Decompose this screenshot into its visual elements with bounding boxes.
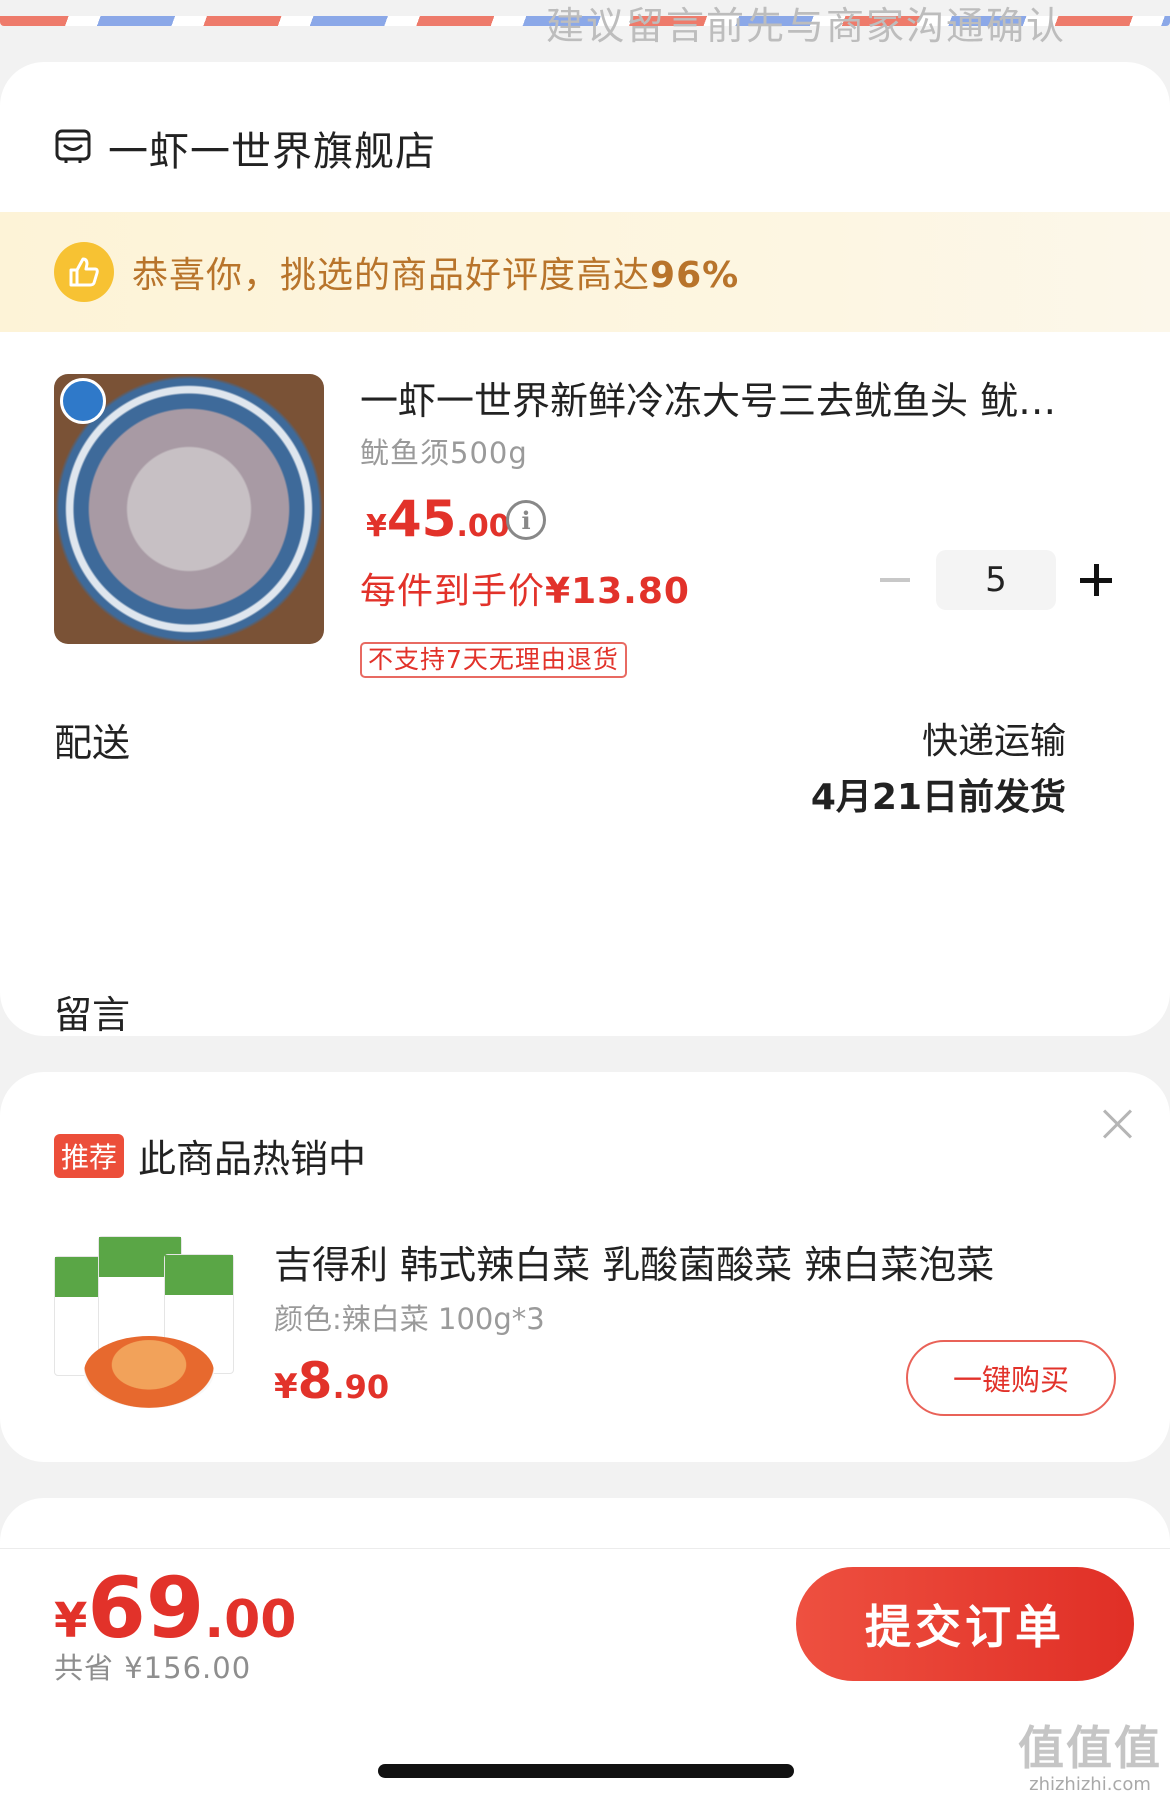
delivery-method[interactable]: 快递运输 [922, 712, 1066, 764]
recommend-card: 推荐 此商品热销中 吉得利 韩式辣白菜 乳酸菌酸菜 辣白菜泡菜 颜色:辣白菜 1… [0, 1072, 1170, 1462]
product-image[interactable] [54, 374, 324, 644]
total-int: 69 [87, 1559, 205, 1657]
info-icon[interactable]: i [506, 500, 546, 540]
order-card: 一虾一世界旗舰店 恭喜你，挑选的商品好评度高达96% 一虾一世界新鲜冷冻大号三去… [0, 0, 1170, 1037]
minus-icon [880, 578, 910, 582]
saved-amount: 共省 ¥156.00 [54, 1651, 252, 1685]
recommend-price: ¥ 8 .90 [274, 1352, 389, 1410]
total-price: ¥ 69 .00 [54, 1559, 296, 1657]
quantity-input[interactable] [936, 550, 1056, 610]
store-row[interactable]: 一虾一世界旗舰店 [54, 118, 436, 178]
brand-badge-icon [60, 378, 106, 424]
kimchi-dish-icon [84, 1336, 214, 1408]
recommend-price-dec: .90 [332, 1368, 390, 1406]
unit-price-value: ¥13.80 [545, 571, 690, 612]
recommend-price-int: 8 [297, 1352, 333, 1410]
recommend-price-symbol: ¥ [274, 1367, 298, 1407]
product-title[interactable]: 一虾一世界新鲜冷冻大号三去鱿鱼头 鱿鱼须 [360, 370, 1090, 425]
recommend-tag: 推荐 [54, 1133, 125, 1178]
total-dec: .00 [204, 1590, 297, 1650]
thumbs-up-icon [54, 242, 114, 302]
home-indicator-area: 值值值 zhizhizhi.com [0, 1698, 1170, 1799]
recommend-title: 此商品热销中 [138, 1137, 367, 1181]
memo-input[interactable] [500, 0, 1066, 54]
product-spec: 鱿鱼须500g [360, 436, 528, 470]
checkout-bar: ¥ 69 .00 共省 ¥156.00 提交订单 [0, 1548, 1170, 1698]
one-click-buy-button[interactable]: 一键购买 [906, 1340, 1116, 1416]
store-icon [54, 127, 92, 169]
praise-rate: 96% [650, 255, 740, 296]
memo-label: 留言 [54, 993, 131, 1037]
praise-text: 恭喜你，挑选的商品好评度高达96% [132, 255, 740, 296]
home-indicator[interactable] [378, 1764, 794, 1778]
price-symbol: ¥ [366, 509, 387, 544]
ship-date: 4月21日前发货 [810, 777, 1066, 818]
submit-order-button[interactable]: 提交订单 [796, 1567, 1134, 1681]
close-icon[interactable] [1102, 1108, 1134, 1140]
praise-banner: 恭喜你，挑选的商品好评度高达96% [0, 212, 1170, 332]
unit-price: 每件到手价¥13.80 [360, 571, 690, 612]
store-name: 一虾一世界旗舰店 [108, 129, 436, 175]
recommend-item-spec: 颜色:辣白菜 100g*3 [274, 1302, 545, 1336]
watermark: 值值值 zhizhizhi.com [1018, 1721, 1162, 1795]
product-price: ¥ 45 .00 [366, 490, 510, 548]
quantity-increment-button[interactable] [1076, 558, 1120, 602]
return-policy-badge: 不支持7天无理由退货 [360, 642, 627, 678]
recommend-product-image[interactable] [54, 1232, 240, 1412]
delivery-label: 配送 [54, 721, 131, 765]
price-int: 45 [386, 490, 457, 548]
recommend-header: 推荐 此商品热销中 [54, 1128, 366, 1183]
total-symbol: ¥ [54, 1593, 88, 1649]
price-dec: .00 [456, 509, 510, 544]
recommend-item-name[interactable]: 吉得利 韩式辣白菜 乳酸菌酸菜 辣白菜泡菜 [274, 1234, 1074, 1289]
